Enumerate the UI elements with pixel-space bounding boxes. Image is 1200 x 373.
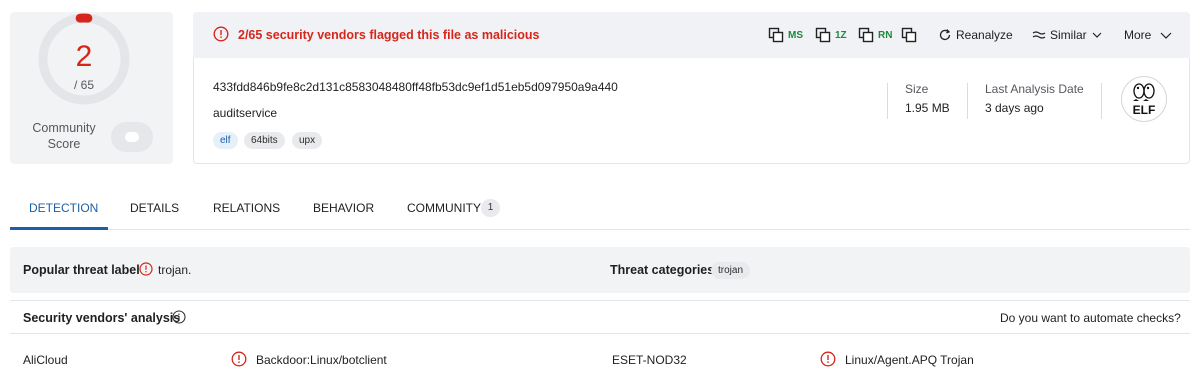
info-icon[interactable] — [172, 310, 186, 324]
copy-rn-button[interactable]: RN — [858, 26, 892, 44]
engines-total: / 65 — [73, 78, 94, 92]
size-value: 1.95 MB — [905, 101, 950, 115]
threat-category-tag[interactable]: trojan — [711, 262, 751, 279]
vendor-name: ESET-NOD32 — [612, 353, 687, 367]
file-type-label: ELF — [1132, 103, 1156, 117]
tabs-divider — [10, 229, 1190, 230]
meta-divider — [967, 83, 968, 119]
community-count-badge: 1 — [481, 199, 500, 217]
active-tab-indicator — [10, 227, 108, 230]
tab-relations[interactable]: RELATIONS — [213, 201, 280, 215]
linux-penguin-icon — [1133, 83, 1155, 101]
alert-circle-icon — [213, 26, 229, 42]
copy-1z-button[interactable]: 1Z — [815, 26, 847, 44]
alert-circle-icon — [139, 262, 153, 276]
similar-label: Similar — [1050, 28, 1087, 42]
copy-icon — [815, 27, 831, 43]
detections-count: 2 — [75, 40, 93, 73]
copy-icon — [901, 27, 917, 43]
copy-icon — [768, 27, 784, 43]
tab-details[interactable]: DETAILS — [130, 201, 179, 215]
tab-detection[interactable]: DETECTION — [29, 201, 98, 215]
similar-icon — [1032, 31, 1046, 39]
community-vote-toggle[interactable] — [111, 122, 153, 152]
community-score-label: Community Score — [32, 121, 96, 151]
automate-checks-link[interactable]: Do you want to automate checks? — [1000, 311, 1181, 325]
vendor-name: AliCloud — [23, 353, 68, 367]
tab-behavior[interactable]: BEHAVIOR — [313, 201, 374, 215]
last-analysis-label: Last Analysis Date — [985, 82, 1084, 96]
reanalyze-label: Reanalyze — [956, 28, 1013, 42]
similar-menu-button[interactable]: Similar — [1032, 26, 1103, 44]
file-tag[interactable]: 64bits — [244, 132, 285, 149]
refresh-icon — [939, 29, 951, 41]
meta-divider — [1101, 83, 1102, 119]
vendor-result: Backdoor:Linux/botclient — [256, 353, 387, 367]
popular-threat-label: Popular threat label — [23, 263, 140, 277]
copy-1z-tag: 1Z — [835, 29, 847, 41]
file-tag[interactable]: elf — [213, 132, 238, 149]
copy-rn-tag: RN — [878, 29, 893, 41]
copy-icon — [858, 27, 874, 43]
copy-hash-button[interactable] — [901, 26, 917, 44]
chevron-down-icon — [1092, 32, 1102, 38]
malicious-alert-text: 2/65 security vendors flagged this file … — [238, 28, 540, 42]
copy-ms-button[interactable]: MS — [768, 26, 803, 44]
size-label: Size — [905, 82, 929, 96]
vendor-result: Linux/Agent.APQ Trojan — [845, 353, 974, 367]
alert-circle-icon — [231, 351, 247, 367]
last-analysis-value: 3 days ago — [985, 101, 1044, 115]
threat-categories-label: Threat categories — [610, 263, 715, 277]
alert-circle-icon — [820, 351, 836, 367]
popular-threat-value[interactable]: trojan. — [158, 263, 191, 277]
file-tag[interactable]: upx — [292, 132, 323, 149]
file-name: auditservice — [213, 106, 278, 120]
chevron-down-icon — [1160, 32, 1172, 39]
file-hash[interactable]: 433fdd846b9fe8c2d131c8583048480ff48fb53d… — [213, 80, 618, 94]
meta-divider — [887, 83, 888, 119]
more-menu-button[interactable]: More — [1124, 26, 1173, 44]
more-label: More — [1124, 28, 1152, 42]
tab-community[interactable]: COMMUNITY — [407, 201, 481, 215]
copy-ms-tag: MS — [788, 29, 803, 41]
reanalyze-button[interactable]: Reanalyze — [938, 26, 1013, 44]
vendors-heading: Security vendors' analysis — [23, 311, 181, 325]
